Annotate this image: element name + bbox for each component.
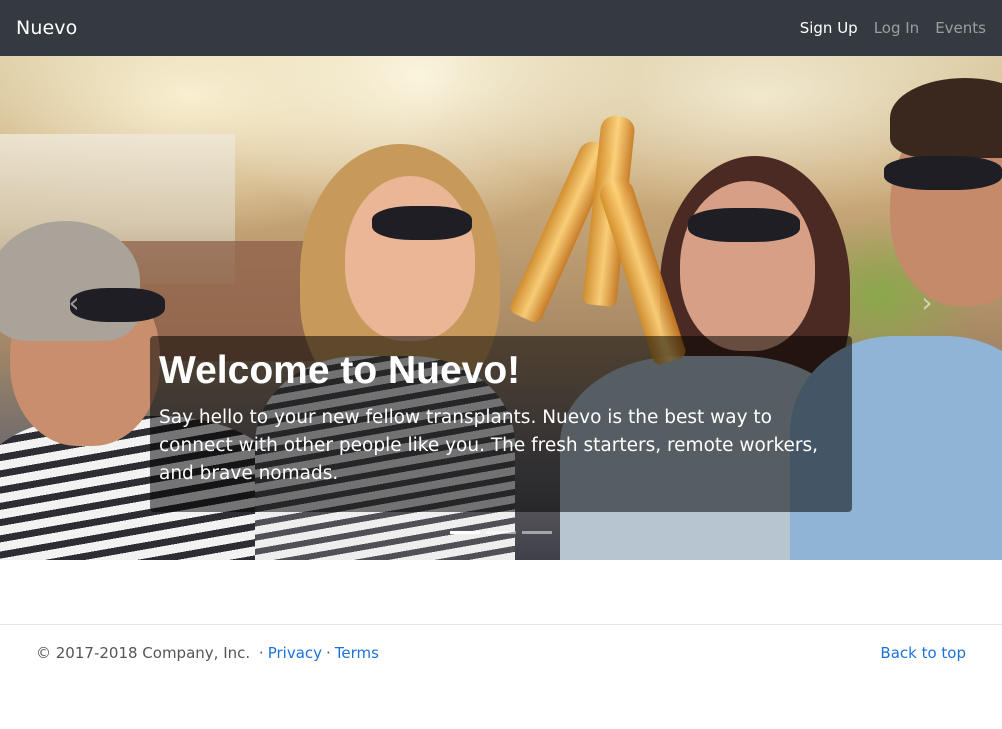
nav-sign-up-link[interactable]: Sign Up: [800, 19, 858, 37]
chevron-left-icon: ‹: [68, 286, 80, 319]
carousel-caption: Welcome to Nuevo! Say hello to your new …: [150, 336, 852, 512]
terms-link[interactable]: Terms: [335, 644, 379, 662]
caption-text: Say hello to your new fellow transplants…: [159, 407, 819, 484]
person-1-sunglasses: [70, 288, 165, 322]
person-1-beanie: [0, 221, 140, 341]
carousel-indicator-1[interactable]: [450, 531, 480, 534]
brand-link[interactable]: Nuevo: [16, 17, 77, 39]
copyright-text: © 2017-2018 Company, Inc.: [36, 644, 251, 662]
person-4-sunglasses: [884, 156, 1002, 190]
carousel-indicators: [450, 531, 558, 534]
person-3-sunglasses: [688, 208, 800, 242]
carousel-indicator-2[interactable]: [486, 531, 516, 534]
chevron-right-icon: ›: [921, 286, 933, 319]
person-2-head: [345, 176, 475, 341]
footer-divider: [0, 624, 1002, 625]
navbar: Nuevo Sign Up Log In Events: [0, 0, 1002, 56]
footer: © 2017-2018 Company, Inc. · Privacy · Terms…: [36, 644, 966, 662]
nav-events-link[interactable]: Events: [935, 19, 986, 37]
footer-separator: ·: [326, 644, 331, 662]
carousel-indicator-3[interactable]: [522, 531, 552, 534]
footer-separator: ·: [258, 644, 264, 662]
carousel-prev-button[interactable]: ‹: [64, 288, 84, 318]
carousel-next-button[interactable]: ›: [917, 288, 937, 318]
footer-left: © 2017-2018 Company, Inc. · Privacy · Terms: [36, 644, 379, 662]
hero-carousel: ‹ › Welcome to Nuevo! Say hello to your …: [0, 56, 1002, 560]
person-3-head: [680, 181, 815, 351]
caption-title: Welcome to Nuevo!: [159, 349, 521, 392]
privacy-link[interactable]: Privacy: [268, 644, 322, 662]
person-2-sunglasses: [372, 206, 472, 240]
nav-links: Sign Up Log In Events: [784, 19, 986, 37]
person-4-hair: [890, 78, 1002, 158]
back-to-top-link[interactable]: Back to top: [880, 644, 966, 662]
nav-log-in-link[interactable]: Log In: [874, 19, 920, 37]
